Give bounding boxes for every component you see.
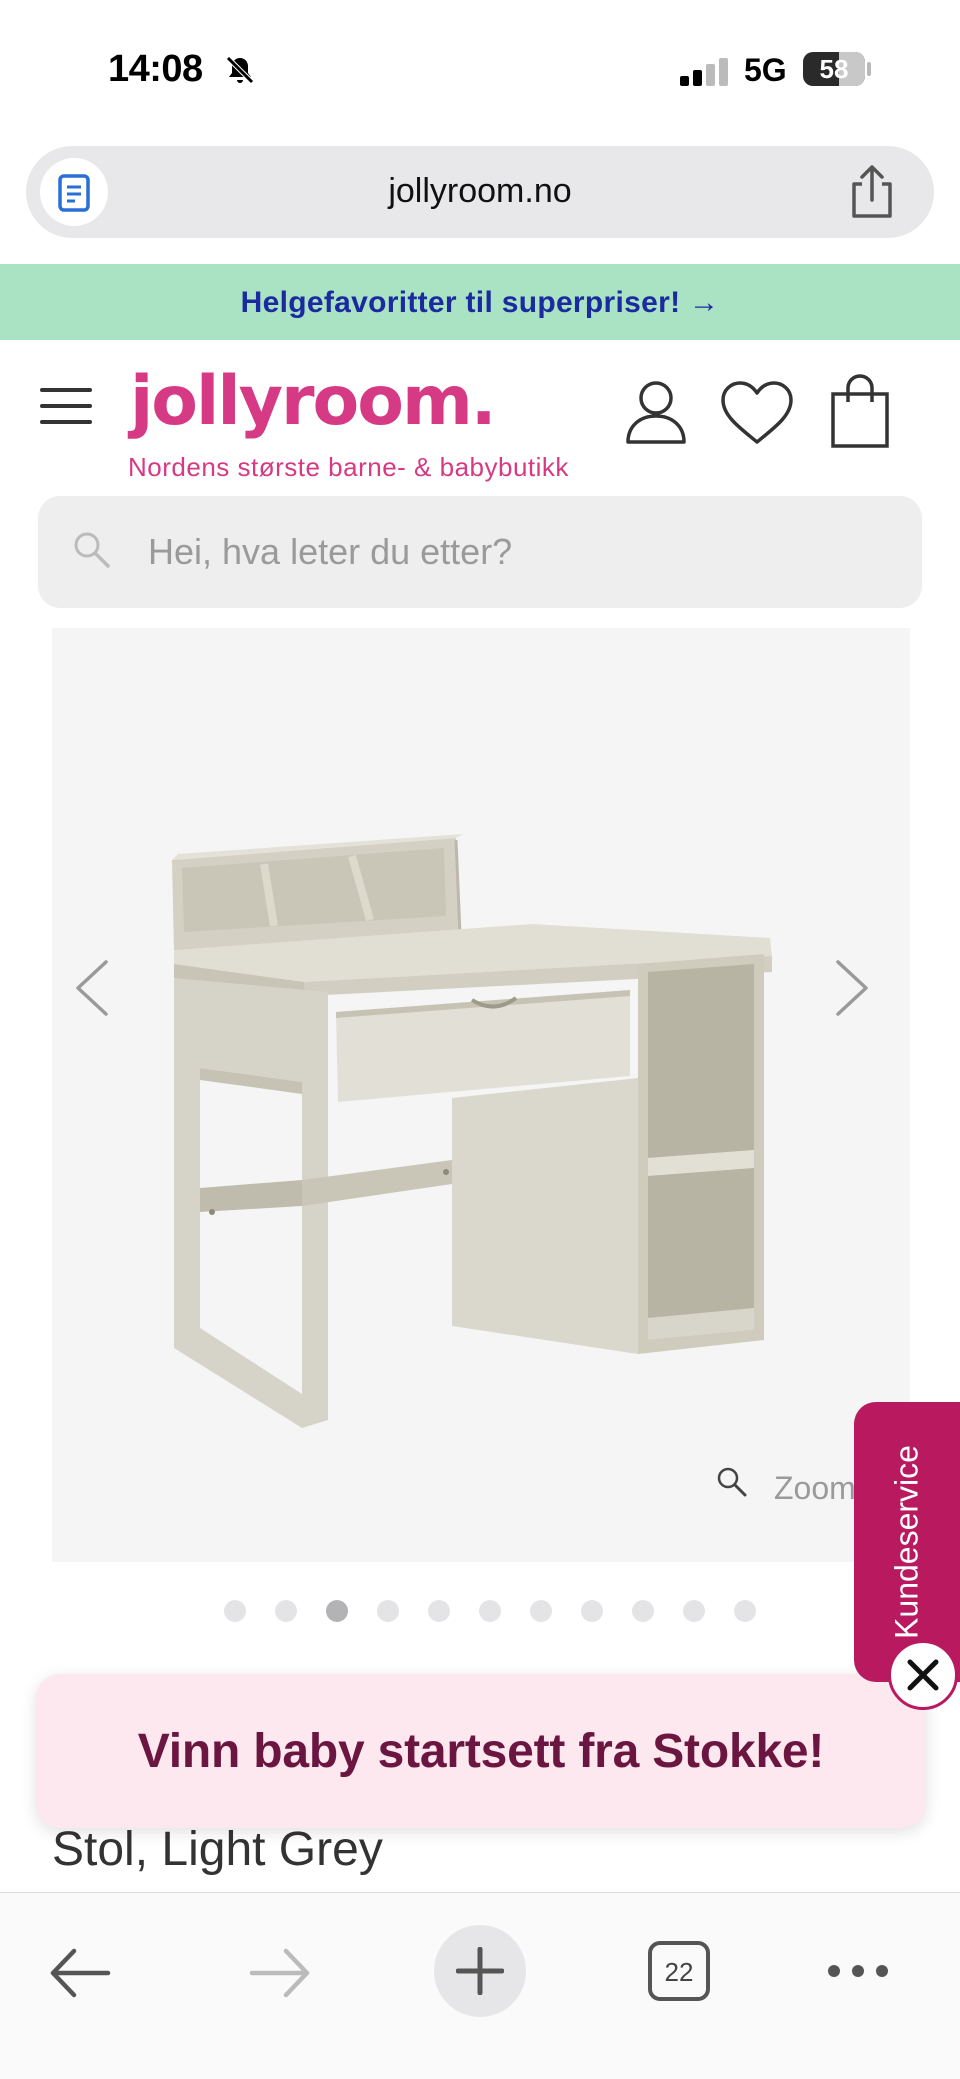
carousel-dot[interactable] xyxy=(275,1600,297,1622)
new-tab-button[interactable] xyxy=(434,1925,526,2017)
tabs-button[interactable]: 22 xyxy=(648,1941,710,2001)
giveaway-banner[interactable]: Vinn baby startsett fra Stokke! xyxy=(36,1674,926,1828)
chevron-right-icon[interactable] xyxy=(830,958,874,1018)
signal-icon xyxy=(680,58,728,86)
menu-icon[interactable] xyxy=(40,388,92,428)
tagline: Nordens største barne- & babybutikk xyxy=(128,452,569,482)
forward-arrow-icon[interactable] xyxy=(248,1947,312,1999)
product-image[interactable] xyxy=(52,628,910,1562)
status-time: 14:08 xyxy=(108,48,203,90)
promo-text[interactable]: Helgefavoritter til superpriser! → xyxy=(241,286,720,320)
close-icon xyxy=(907,1659,939,1691)
account-icon[interactable] xyxy=(624,378,688,444)
search-input[interactable] xyxy=(148,526,888,578)
battery-nub xyxy=(867,62,871,76)
carousel-dot[interactable] xyxy=(734,1600,756,1622)
address-bar[interactable]: jollyroom.no xyxy=(26,146,934,238)
zoom-label: Zoom xyxy=(774,1470,856,1506)
customer-service-tab[interactable]: Kundeservice xyxy=(854,1402,960,1682)
zoom-icon xyxy=(717,1467,747,1497)
more-icon[interactable] xyxy=(826,1961,890,1981)
carousel-dot[interactable] xyxy=(377,1600,399,1622)
network-label: 5G xyxy=(744,52,787,88)
plus-icon xyxy=(456,1947,504,1995)
product-gallery[interactable]: Zoom xyxy=(52,628,910,1562)
carousel-dot[interactable] xyxy=(581,1600,603,1622)
product-title: Stol, Light Grey xyxy=(52,1823,383,1876)
share-icon[interactable] xyxy=(846,164,898,220)
cart-icon[interactable] xyxy=(830,374,890,448)
chevron-left-icon[interactable] xyxy=(70,958,114,1018)
tabs-count: 22 xyxy=(664,1957,694,1987)
carousel-dot[interactable] xyxy=(683,1600,705,1622)
carousel-dot[interactable] xyxy=(428,1600,450,1622)
carousel-dot[interactable] xyxy=(530,1600,552,1622)
carousel-dot[interactable] xyxy=(224,1600,246,1622)
bell-slash-icon xyxy=(226,56,254,84)
carousel-dot[interactable] xyxy=(632,1600,654,1622)
battery-level: 58 xyxy=(819,54,849,84)
carousel-dot[interactable] xyxy=(479,1600,501,1622)
search-icon xyxy=(74,532,110,568)
back-arrow-icon[interactable] xyxy=(48,1947,112,1999)
promo-banner[interactable]: Helgefavoritter til superpriser! → xyxy=(0,264,960,340)
search-box[interactable] xyxy=(38,496,922,608)
url-text: jollyroom.no xyxy=(388,172,572,210)
status-bar: 14:08 5G 58 xyxy=(0,0,960,140)
customer-service-label: Kundeservice xyxy=(888,1445,925,1639)
giveaway-text[interactable]: Vinn baby startsett fra Stokke! xyxy=(36,1724,926,1779)
logo[interactable]: jollyroom. xyxy=(130,362,497,441)
heart-icon[interactable] xyxy=(720,380,794,446)
browser-toolbar: 22 xyxy=(0,1892,960,2079)
battery-icon: 58 xyxy=(803,52,865,86)
carousel-dot-active[interactable] xyxy=(326,1600,348,1622)
close-button[interactable] xyxy=(888,1640,958,1710)
